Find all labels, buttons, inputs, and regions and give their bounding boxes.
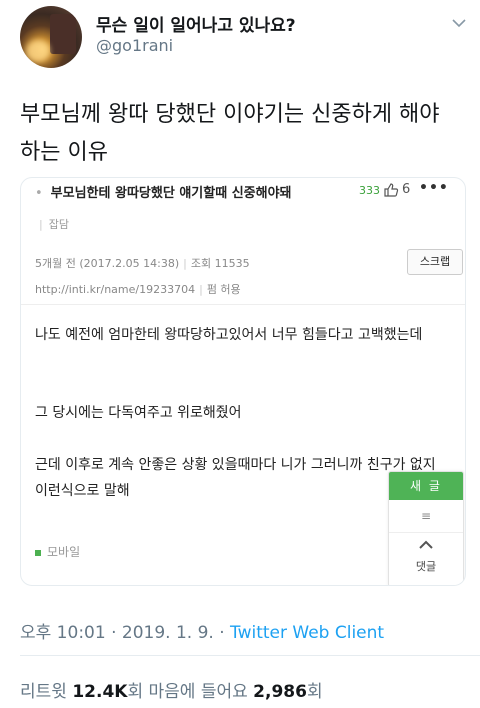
- mobile-label: 모바일: [35, 543, 80, 560]
- embedded-post-image: • 부모님한테 왕따당했단 얘기할때 신중해야돼 333 6 ••• | 잡담 5개…: [20, 177, 466, 586]
- display-name[interactable]: 무슨 일이 일어나고 있나요?: [96, 11, 296, 36]
- retweet-count[interactable]: 12.4K: [72, 682, 127, 702]
- user-handle[interactable]: @go1rani: [96, 36, 173, 55]
- thumb-count: 6: [402, 182, 411, 197]
- post-url: http://inti.kr/name/19233704 | 펌 허용: [35, 283, 241, 296]
- post-paragraph: 그 당시에는 다독여주고 위로해줬어: [35, 405, 242, 421]
- source-link[interactable]: Twitter Web Client: [230, 623, 384, 643]
- thumbs-up-icon: [384, 183, 399, 197]
- scrap-button[interactable]: 스크랩: [407, 249, 463, 275]
- floating-nav-panel: 새 글 ≡ 댓글: [388, 471, 464, 585]
- avatar[interactable]: [20, 6, 82, 68]
- comments-button[interactable]: 댓글: [389, 558, 463, 574]
- tweet-text: 부모님께 왕따 당했단 이야기는 신중하게 해야 하는 이유: [20, 102, 440, 165]
- post-paragraph: 나도 예전에 엄마한테 왕따당하고있어서 너무 힘들다고 고백했는데: [35, 327, 423, 343]
- likes-count: 333: [359, 184, 380, 197]
- post-meta: 5개월 전 (2017.2.05 14:38) | 조회 11535: [35, 257, 250, 270]
- new-post-button[interactable]: 새 글: [389, 472, 463, 500]
- list-icon[interactable]: ≡: [389, 500, 463, 533]
- chevron-up-icon[interactable]: [389, 533, 463, 557]
- tweet-stats: 리트윗 12.4K회 마음에 들어요 2,986회: [20, 682, 323, 702]
- tweet-timestamp: 오후 10:01 · 2019. 1. 9. · Twitter Web Cli…: [20, 623, 385, 643]
- category-label: | 잡담: [39, 218, 69, 231]
- post-title: • 부모님한테 왕따당했단 얘기할때 신중해야돼: [35, 186, 292, 201]
- like-count[interactable]: 2,986: [253, 682, 307, 702]
- divider: [20, 655, 480, 656]
- divider: [21, 304, 465, 305]
- more-options-icon[interactable]: •••: [419, 180, 449, 196]
- chevron-down-icon[interactable]: [451, 17, 467, 29]
